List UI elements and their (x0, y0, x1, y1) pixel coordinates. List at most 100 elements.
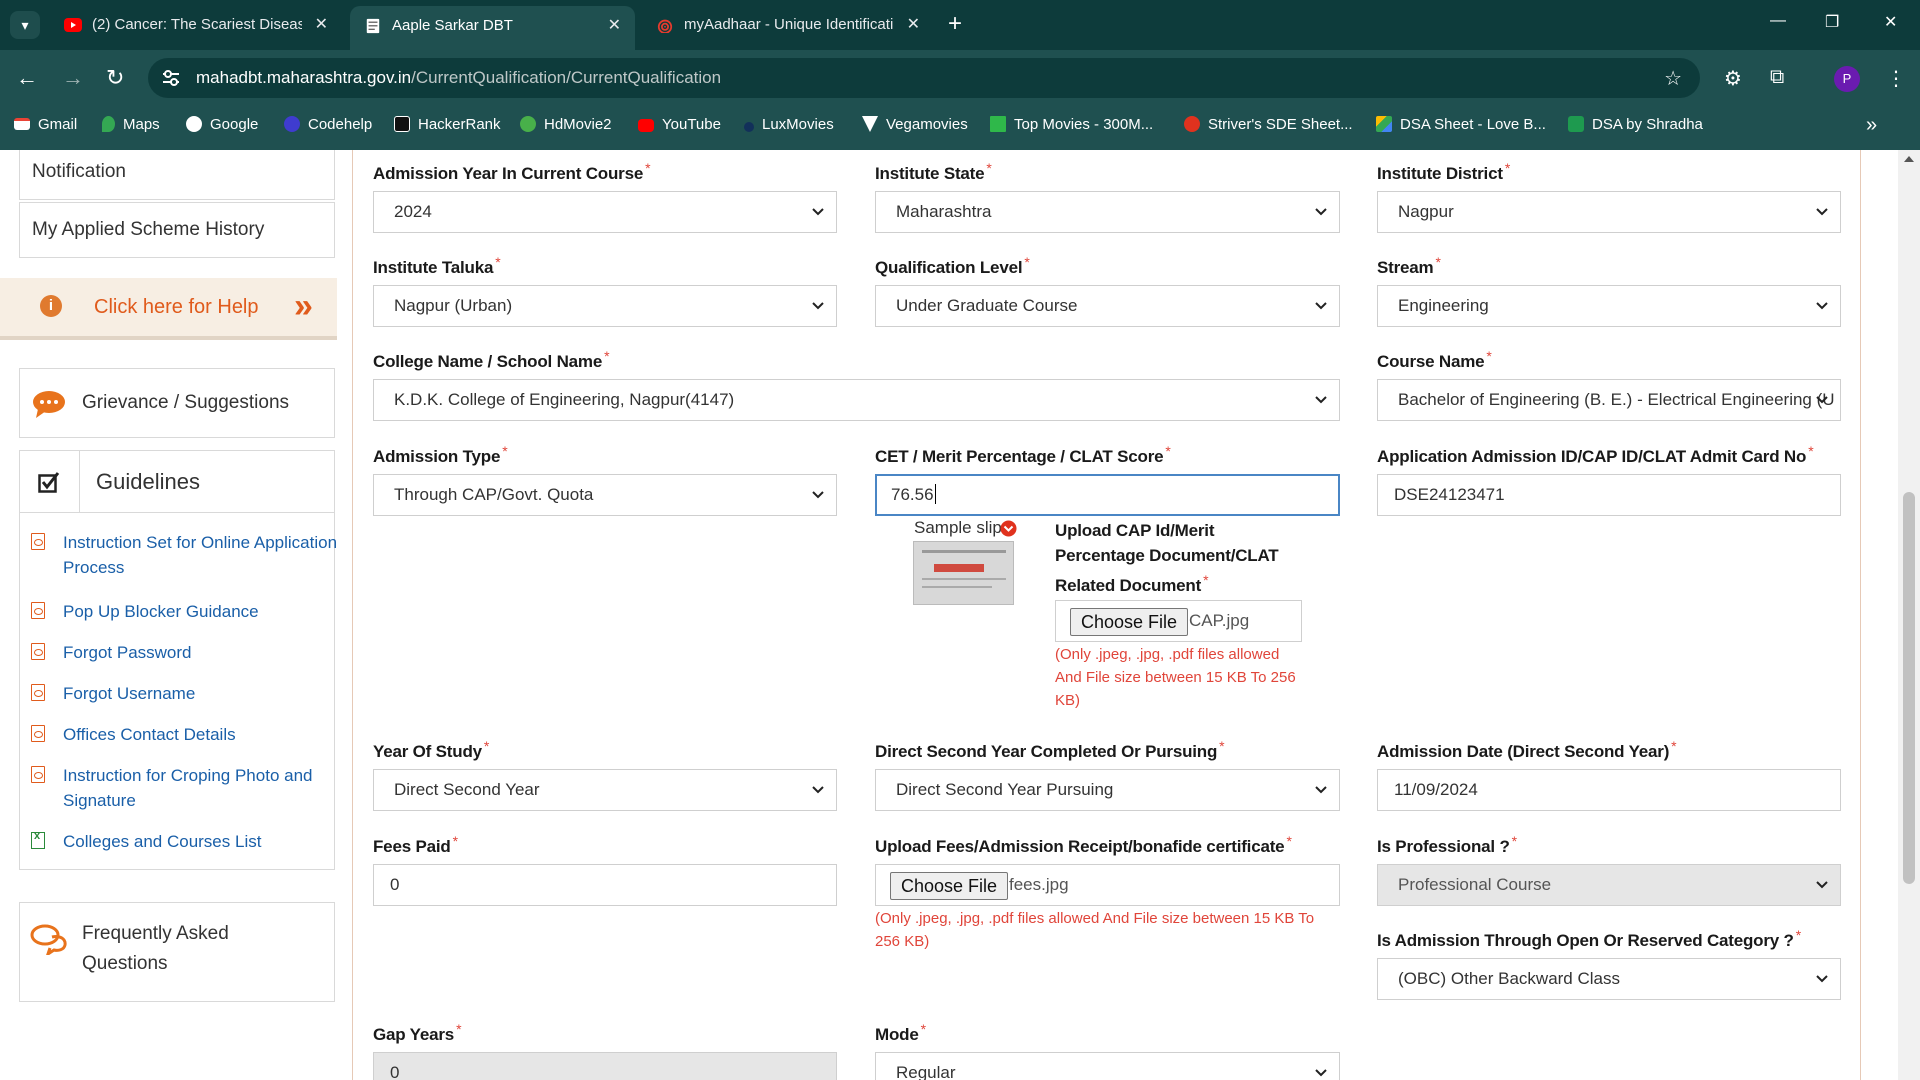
scroll-up-arrow-icon[interactable] (1904, 156, 1914, 162)
fees-paid-input[interactable]: 0 (373, 864, 837, 906)
tab-aadhaar[interactable]: myAadhaar - Unique Identificati ✕ (642, 7, 934, 43)
aadhaar-icon (657, 19, 673, 33)
bookmark-star-icon[interactable]: ☆ (1664, 66, 1682, 91)
guideline-link-popup-blocker[interactable]: Pop Up Blocker Guidance (63, 599, 338, 624)
mode-select[interactable]: Regular (875, 1052, 1340, 1080)
institute-state-select[interactable]: Maharashtra (875, 191, 1340, 233)
page-scrollbar[interactable] (1898, 150, 1920, 1080)
bookmark-codehelp[interactable]: Codehelp (284, 106, 372, 144)
admission-type-select[interactable]: Through CAP/Govt. Quota (373, 474, 837, 516)
choose-file-button[interactable]: Choose File (1070, 608, 1189, 636)
cap-file-name: CAP.jpg (1189, 611, 1250, 630)
fees-file-name: fees.jpg (1009, 875, 1069, 894)
bookmark-youtube[interactable]: YouTube (638, 106, 721, 144)
bookmark-hackerrank[interactable]: HackerRank (394, 106, 501, 144)
sidebar-item-notification[interactable]: Notification (19, 150, 335, 200)
chevron-down-icon (1315, 396, 1327, 404)
gmail-icon (14, 118, 30, 130)
bookmark-dsa-sheet[interactable]: DSA Sheet - Love B... (1376, 106, 1546, 144)
is-professional-label: Is Professional ? * (1377, 833, 1517, 856)
bookmark-striver[interactable]: Striver's SDE Sheet... (1184, 106, 1353, 144)
guideline-link-offices-contact[interactable]: Offices Contact Details (63, 722, 338, 747)
admission-date-input[interactable]: 11/09/2024 (1377, 769, 1841, 811)
bookmark-google[interactable]: Google (186, 106, 258, 144)
bookmark-luxmovies[interactable]: LuxMovies (744, 106, 834, 144)
sample-slip-thumbnail[interactable] (913, 541, 1014, 605)
tab-search-button[interactable]: ▾ (10, 11, 40, 39)
guideline-link-forgot-password[interactable]: Forgot Password (63, 640, 338, 665)
more-menu-icon[interactable]: ⋮ (1886, 66, 1906, 91)
new-tab-button[interactable]: + (948, 10, 962, 38)
institute-taluka-select[interactable]: Nagpur (Urban) (373, 285, 837, 327)
scrollbar-thumb[interactable] (1903, 492, 1915, 884)
chevron-circle-down-icon[interactable] (1000, 520, 1017, 537)
chevron-down-icon (1315, 302, 1327, 310)
qualification-level-select[interactable]: Under Graduate Course (875, 285, 1340, 327)
bookmarks-bar: Gmail Maps Google Codehelp HackerRank Hd… (0, 106, 1920, 150)
chevron-down-icon (1315, 1069, 1327, 1077)
institute-taluka-label: Institute Taluka * (373, 254, 501, 277)
application-id-input[interactable]: DSE24123471 (1377, 474, 1841, 516)
back-button[interactable]: ← (16, 64, 38, 92)
address-bar[interactable]: mahadbt.maharashtra.gov.in/CurrentQualif… (148, 58, 1700, 98)
close-window-icon[interactable]: ✕ (1884, 12, 1897, 32)
gap-years-input[interactable]: 0 (373, 1052, 837, 1080)
bookmark-top-movies[interactable]: Top Movies - 300M... (990, 106, 1153, 144)
faq-box[interactable]: Frequently Asked Questions (19, 902, 335, 1002)
bookmarks-overflow-icon[interactable]: » (1866, 106, 1877, 144)
year-of-study-select[interactable]: Direct Second Year (373, 769, 837, 811)
guideline-link-instruction-set[interactable]: Instruction Set for Online Application P… (63, 530, 338, 580)
url-path: /CurrentQualification/CurrentQualificati… (411, 68, 722, 87)
dsy-status-select[interactable]: Direct Second Year Pursuing (875, 769, 1340, 811)
chevron-down-icon (1816, 208, 1828, 216)
bookmark-hdmovie2[interactable]: HdMovie2 (520, 106, 612, 144)
category-select[interactable]: (OBC) Other Backward Class (1377, 958, 1841, 1000)
guideline-link-cropping-photo[interactable]: Instruction for Croping Photo and Signat… (63, 763, 338, 813)
bookmark-maps[interactable]: Maps (102, 106, 160, 144)
stream-select[interactable]: Engineering (1377, 285, 1841, 327)
upload-cap-file-input[interactable]: Choose File CAP.jpg (1055, 600, 1302, 642)
vegamovies-icon (862, 116, 878, 132)
extension-gear-icon[interactable]: ⚙ (1724, 66, 1742, 91)
profile-avatar[interactable]: P (1834, 66, 1860, 92)
upload-fees-file-input[interactable]: Choose File fees.jpg (875, 864, 1340, 906)
takeuforward-icon (1184, 116, 1200, 132)
close-icon[interactable]: ✕ (608, 6, 621, 46)
sidebar-item-applied-history[interactable]: My Applied Scheme History (19, 202, 335, 258)
tab-youtube[interactable]: (2) Cancer: The Scariest Disease ✕ (50, 7, 342, 43)
restore-icon[interactable]: ❐ (1825, 12, 1839, 32)
grievance-box[interactable]: Grievance / Suggestions (19, 368, 335, 438)
gap-years-label: Gap Years * (373, 1021, 462, 1044)
close-icon[interactable]: ✕ (315, 7, 328, 43)
is-professional-select[interactable]: Professional Course (1377, 864, 1841, 906)
sheets-icon (1568, 116, 1584, 132)
stream-label: Stream * (1377, 254, 1441, 277)
cet-score-label: CET / Merit Percentage / CLAT Score * (875, 443, 1171, 466)
tab-aaple-sarkar[interactable]: Aaple Sarkar DBT ✕ (350, 6, 635, 50)
sample-slip-label: Sample slip (914, 518, 1002, 537)
cet-score-input[interactable]: 76.56 (875, 474, 1340, 516)
extensions-puzzle-icon[interactable]: ⧉ (1770, 66, 1784, 89)
guideline-link-colleges-courses[interactable]: Colleges and Courses List (63, 829, 338, 854)
pdf-icon (31, 602, 45, 619)
dsy-status-label: Direct Second Year Completed Or Pursuing… (875, 738, 1225, 761)
pdf-icon (31, 684, 45, 701)
close-icon[interactable]: ✕ (907, 7, 920, 43)
help-banner[interactable]: i Click here for Help » (0, 278, 337, 340)
bookmark-gmail[interactable]: Gmail (14, 106, 77, 144)
course-name-select[interactable]: Bachelor of Engineering (B. E.) - Electr… (1377, 379, 1841, 421)
institute-district-select[interactable]: Nagpur (1377, 191, 1841, 233)
course-name-label: Course Name * (1377, 348, 1492, 371)
reload-button[interactable]: ↻ (106, 64, 124, 92)
forward-button[interactable]: → (62, 64, 84, 92)
help-link[interactable]: Click here for Help (94, 278, 259, 336)
bookmark-dsa-shradha[interactable]: DSA by Shradha (1568, 106, 1703, 144)
bookmark-vegamovies[interactable]: Vegamovies (862, 106, 968, 144)
college-name-select[interactable]: K.D.K. College of Engineering, Nagpur(41… (373, 379, 1340, 421)
choose-file-button[interactable]: Choose File (890, 872, 1009, 900)
pdf-icon (31, 643, 45, 660)
admission-year-select[interactable]: 2024 (373, 191, 837, 233)
guideline-link-forgot-username[interactable]: Forgot Username (63, 681, 338, 706)
minimize-icon[interactable]: — (1770, 12, 1786, 30)
site-info-icon[interactable] (160, 68, 182, 88)
